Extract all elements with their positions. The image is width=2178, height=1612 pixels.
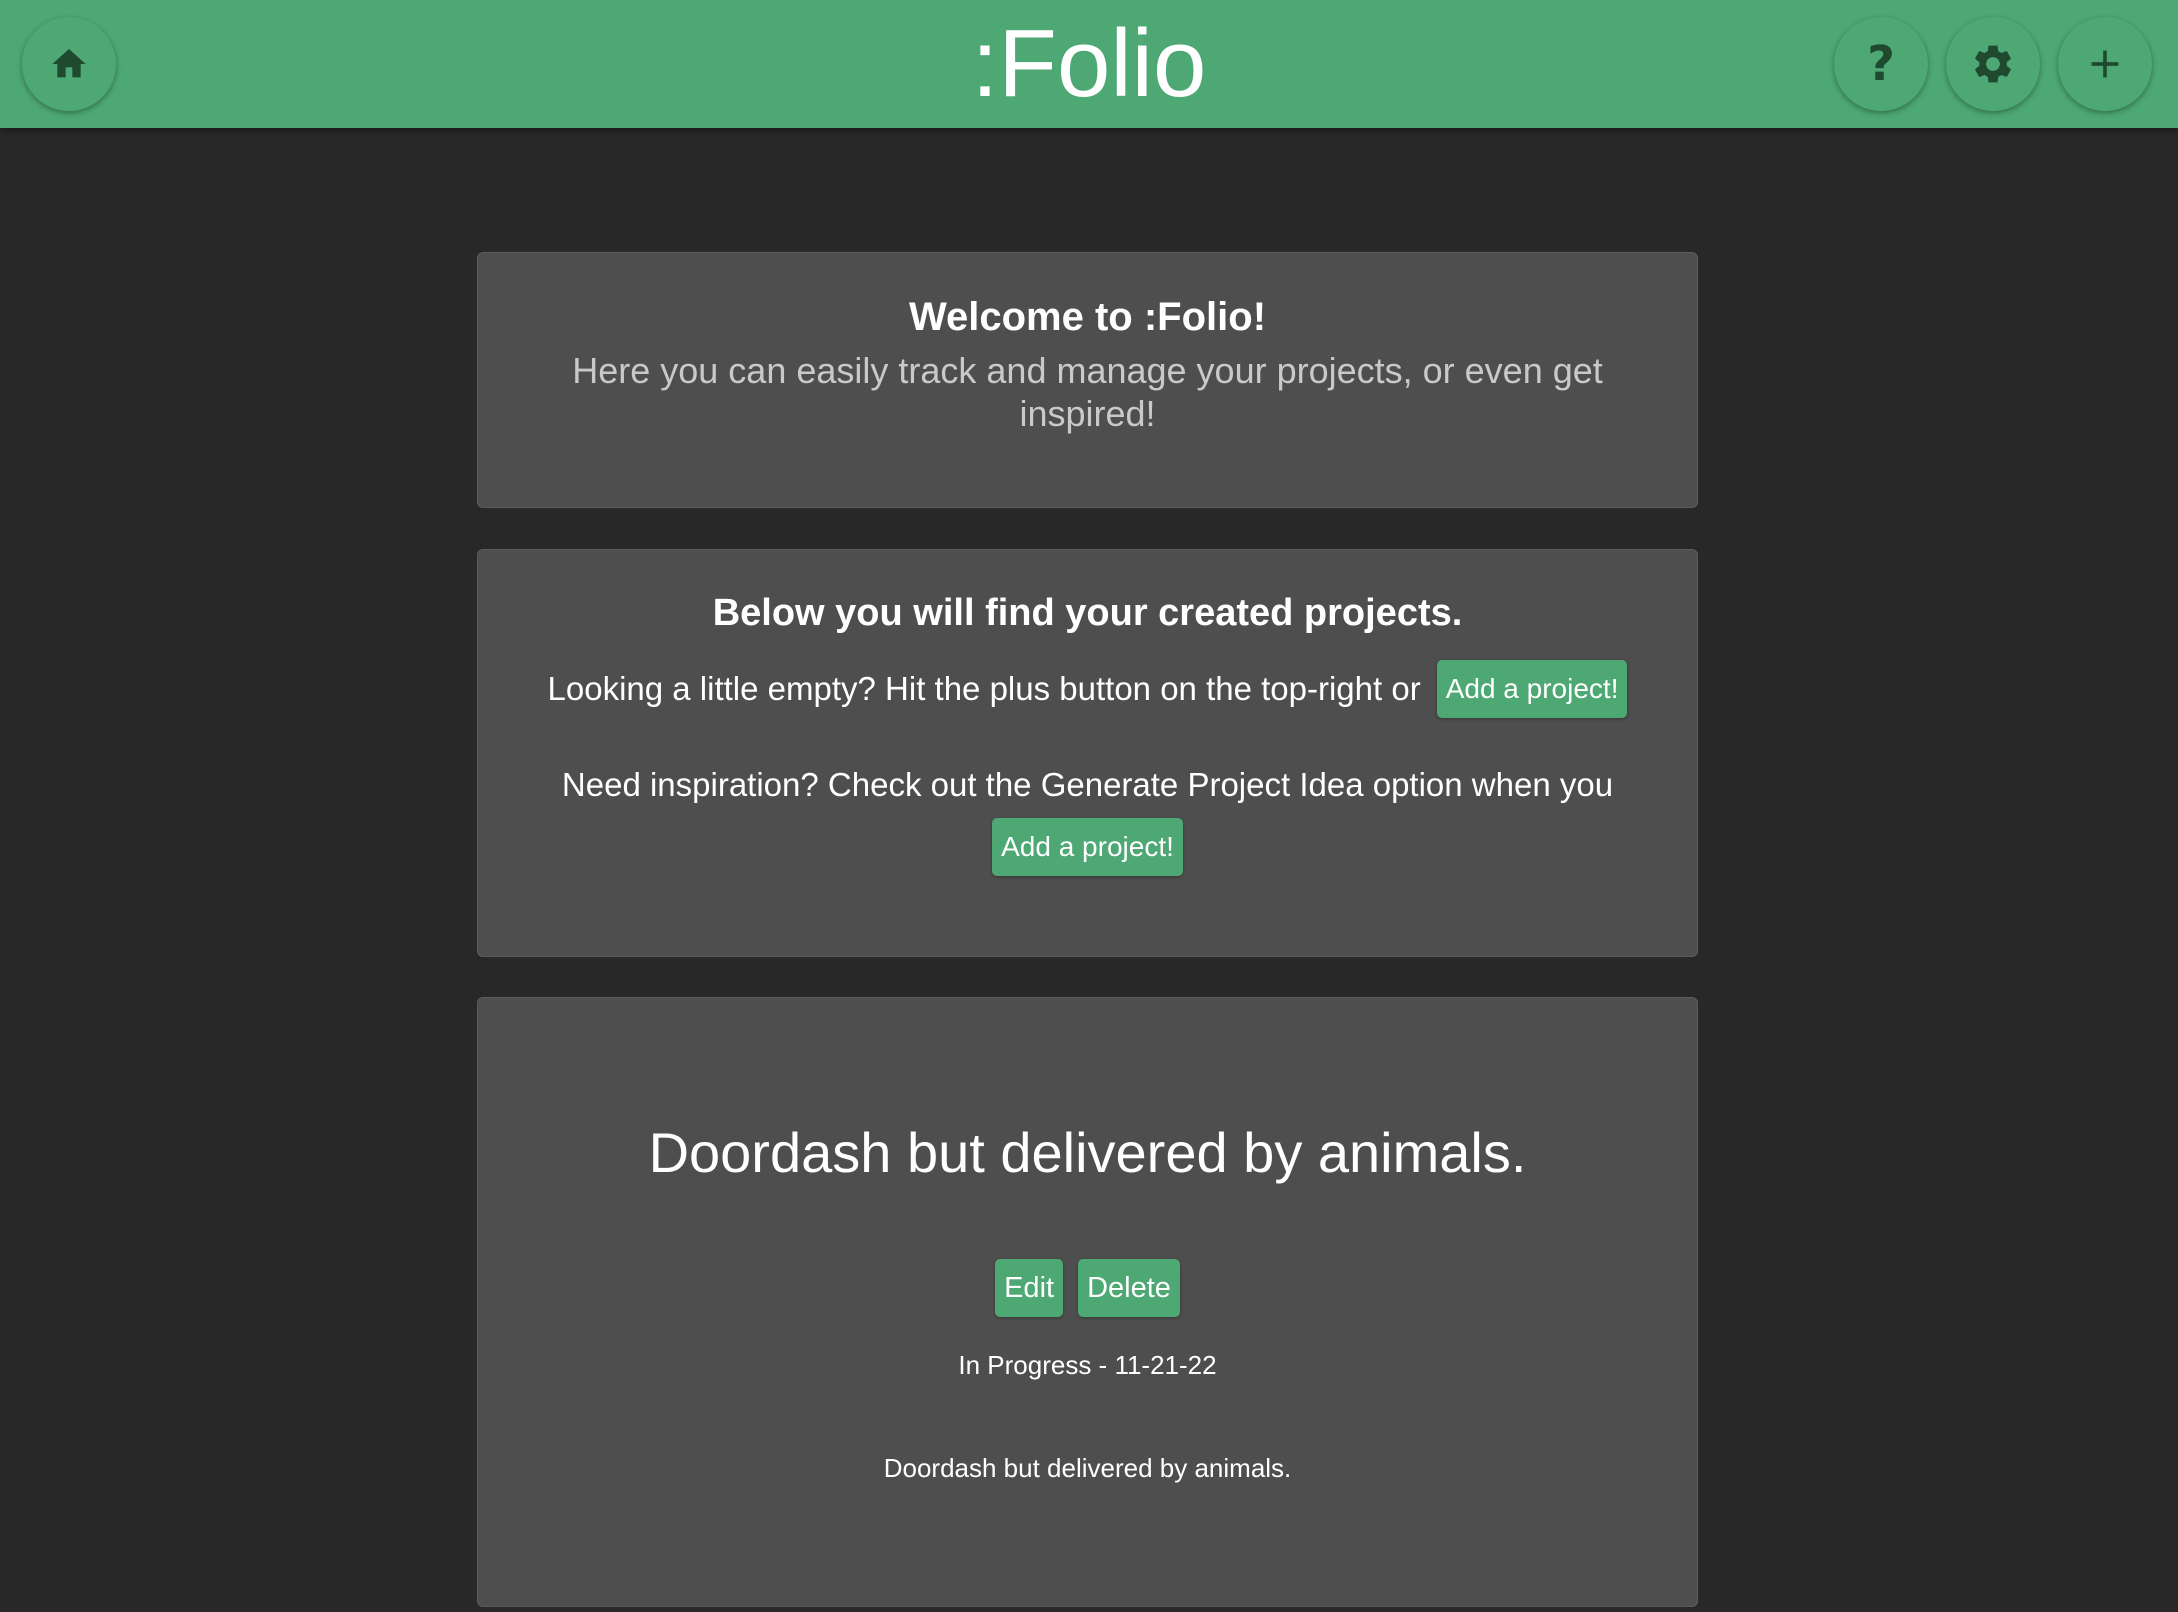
welcome-subtitle: Here you can easily track and manage you… xyxy=(572,350,1603,434)
empty-hint: Looking a little empty? Hit the plus but… xyxy=(518,660,1657,718)
projects-intro-card: Below you will find your created project… xyxy=(477,549,1698,957)
settings-button[interactable] xyxy=(1946,17,2040,111)
project-status: In Progress - 11-21-22 xyxy=(958,1350,1217,1380)
add-project-button-2[interactable]: Add a project! xyxy=(992,818,1183,876)
plus-icon xyxy=(2091,50,2119,78)
top-app-bar: :Folio ? xyxy=(0,0,2178,128)
add-project-button[interactable]: Add a project! xyxy=(1436,660,1628,718)
project-title: Doordash but delivered by animals. xyxy=(648,1121,1527,1184)
welcome-card: Welcome to :Folio! Here you can easily t… xyxy=(477,252,1698,508)
add-project-fab[interactable] xyxy=(2058,17,2152,111)
delete-button[interactable]: Delete xyxy=(1078,1259,1180,1317)
empty-hint-text: Looking a little empty? Hit the plus but… xyxy=(547,670,1421,707)
project-description: Doordash but delivered by animals. xyxy=(883,1453,1292,1483)
project-actions: Edit Delete xyxy=(478,1259,1697,1317)
help-button[interactable]: ? xyxy=(1834,17,1928,111)
welcome-title: Welcome to :Folio! xyxy=(908,295,1267,339)
inspiration-text: Need inspiration? Check out the Generate… xyxy=(561,766,1614,803)
project-card: Doordash but delivered by animals. Edit … xyxy=(477,997,1698,1607)
edit-button[interactable]: Edit xyxy=(995,1259,1064,1317)
inspiration-button-row: Add a project! xyxy=(478,818,1697,876)
gear-icon xyxy=(1975,45,2011,83)
help-icon: ? xyxy=(1867,36,1895,92)
projects-intro-title: Below you will find your created project… xyxy=(712,592,1463,634)
